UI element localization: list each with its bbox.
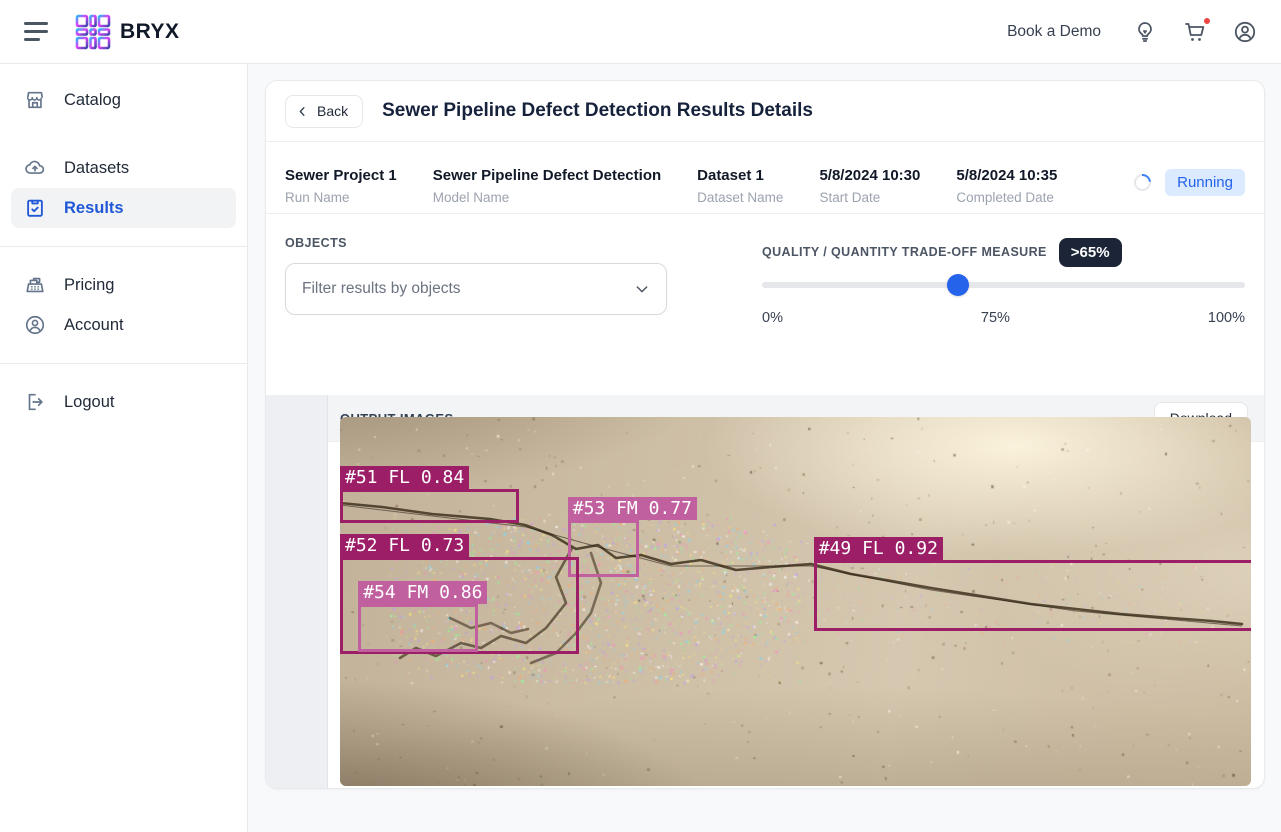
output-images-section: OUTPUT IMAGES Download #51 FL 0.84	[266, 395, 1264, 788]
status-badge: Running	[1165, 169, 1245, 196]
slider-min-label: 0%	[762, 310, 783, 326]
detection-label: #53 FM 0.77	[568, 497, 697, 520]
sidebar-item-label: Datasets	[64, 159, 129, 178]
account-icon[interactable]	[1233, 20, 1257, 44]
sidebar: Catalog Datasets Results	[0, 64, 248, 832]
start-date-label: Start Date	[819, 190, 920, 205]
detection-label: #52 FL 0.73	[340, 534, 469, 557]
book-a-demo-link[interactable]: Book a Demo	[1007, 23, 1101, 41]
run-info-row: Sewer Project 1 Run Name Sewer Pipeline …	[266, 142, 1264, 213]
detections-layer: #51 FL 0.84 #53 FM 0.77 #52 FL 0.73 #54 FM …	[340, 417, 1251, 786]
dataset-name-value: Dataset 1	[697, 167, 783, 185]
slider-mid-label: 75%	[981, 310, 1010, 326]
back-button-label: Back	[317, 103, 348, 119]
objects-filter-select[interactable]: Filter results by objects	[285, 263, 667, 315]
start-date-field: 5/8/2024 10:30 Start Date	[819, 167, 920, 205]
output-images-panel: OUTPUT IMAGES Download #51 FL 0.84	[327, 395, 1264, 788]
user-circle-icon	[24, 314, 46, 336]
slider-thumb[interactable]	[947, 274, 969, 296]
sidebar-item-pricing[interactable]: Pricing	[11, 265, 236, 305]
run-name-label: Run Name	[285, 190, 397, 205]
chevron-down-icon	[634, 281, 650, 297]
sidebar-item-logout[interactable]: Logout	[11, 382, 236, 422]
completed-date-value: 5/8/2024 10:35	[956, 167, 1057, 185]
sidebar-divider	[0, 363, 247, 364]
slider-scale: 0% 75% 100%	[762, 310, 1245, 326]
run-name-value: Sewer Project 1	[285, 167, 397, 185]
slider-max-label: 100%	[1208, 310, 1245, 326]
sidebar-item-label: Catalog	[64, 91, 121, 110]
objects-filter-placeholder: Filter results by objects	[302, 280, 634, 298]
tradeoff-slider[interactable]	[762, 274, 1245, 296]
loading-spinner-icon	[1131, 171, 1155, 195]
brand-logo[interactable]: BRYX	[74, 13, 180, 51]
sidebar-item-label: Account	[64, 316, 124, 335]
sidebar-item-label: Pricing	[64, 276, 114, 295]
filters-row: OBJECTS Filter results by objects QUALIT…	[266, 214, 1264, 336]
storefront-icon	[24, 89, 46, 111]
cart-notification-badge	[1203, 17, 1211, 25]
dataset-name-field: Dataset 1 Dataset Name	[697, 167, 783, 205]
lightbulb-icon[interactable]	[1133, 20, 1157, 44]
cloud-upload-icon	[24, 157, 46, 179]
sidebar-item-label: Logout	[64, 393, 114, 412]
output-detection-image[interactable]: #51 FL 0.84 #53 FM 0.77 #52 FL 0.73 #54 FM …	[340, 417, 1251, 786]
run-name-field: Sewer Project 1 Run Name	[285, 167, 397, 205]
sidebar-item-account[interactable]: Account	[11, 305, 236, 345]
detection-box	[358, 604, 478, 652]
cart-icon[interactable]	[1183, 20, 1207, 44]
completed-date-label: Completed Date	[956, 190, 1057, 205]
chevron-left-icon	[296, 105, 309, 118]
model-name-label: Model Name	[433, 190, 661, 205]
hamburger-menu-icon[interactable]	[14, 12, 60, 52]
detection-label: #49 FL 0.92	[814, 537, 943, 560]
model-name-field: Sewer Pipeline Defect Detection Model Na…	[433, 167, 661, 205]
slider-track[interactable]	[762, 282, 1245, 288]
tradeoff-value-badge: >65%	[1059, 238, 1122, 267]
clipboard-check-icon	[24, 197, 46, 219]
sidebar-item-results[interactable]: Results	[11, 188, 236, 228]
page-title: Sewer Pipeline Defect Detection Results …	[382, 100, 813, 122]
results-details-card: Back Sewer Pipeline Defect Detection Res…	[265, 80, 1265, 789]
top-header: BRYX Book a Demo	[0, 0, 1281, 64]
objects-filter-label: OBJECTS	[285, 236, 667, 250]
logout-icon	[24, 391, 46, 413]
detection-box	[814, 560, 1251, 631]
completed-date-field: 5/8/2024 10:35 Completed Date	[956, 167, 1057, 205]
dataset-name-label: Dataset Name	[697, 190, 783, 205]
back-button[interactable]: Back	[285, 95, 363, 128]
detection-label: #54 FM 0.86	[358, 581, 487, 604]
start-date-value: 5/8/2024 10:30	[819, 167, 920, 185]
model-name-value: Sewer Pipeline Defect Detection	[433, 167, 661, 185]
brand-name: BRYX	[120, 20, 180, 44]
sidebar-item-catalog[interactable]: Catalog	[11, 80, 236, 120]
sidebar-item-label: Results	[64, 199, 124, 218]
sidebar-divider	[0, 246, 247, 247]
cash-register-icon	[24, 274, 46, 296]
detection-label: #51 FL 0.84	[340, 466, 469, 489]
bryx-logo-icon	[74, 13, 112, 51]
tradeoff-label: QUALITY / QUANTITY TRADE-OFF MEASURE	[762, 245, 1047, 259]
detection-box	[340, 489, 519, 523]
sidebar-item-datasets[interactable]: Datasets	[11, 148, 236, 188]
